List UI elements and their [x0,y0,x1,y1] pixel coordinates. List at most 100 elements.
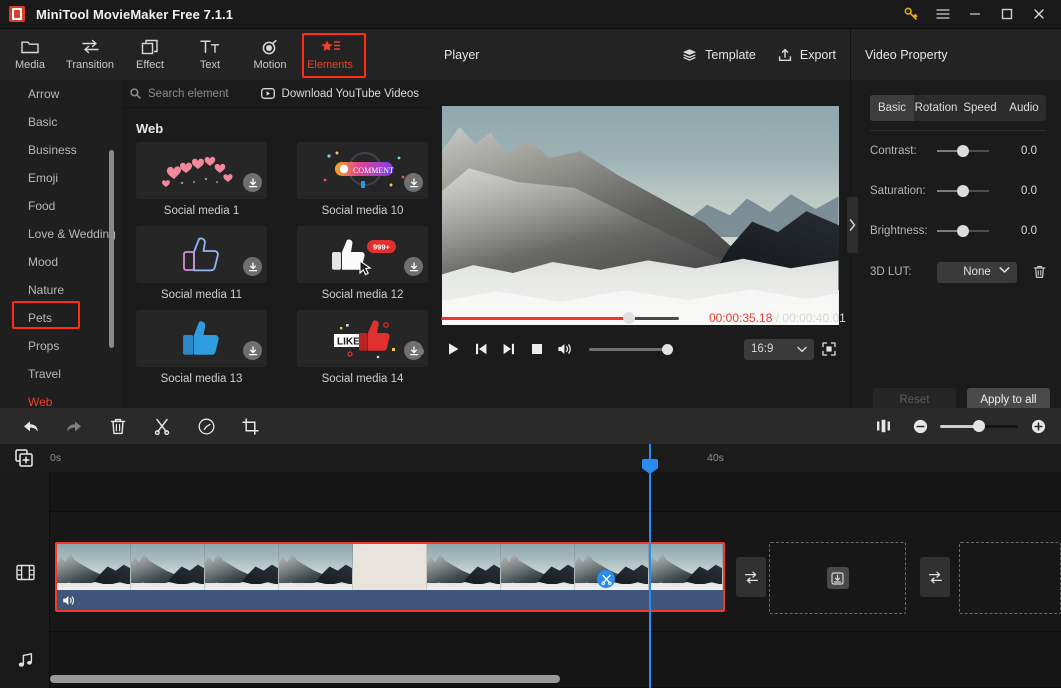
speed-button[interactable] [184,408,228,444]
zoom-fill [940,425,977,428]
video-preview[interactable] [442,106,839,325]
delete-lut-button[interactable] [1033,265,1046,279]
tab-audio[interactable]: Audio [1002,95,1046,121]
category-business[interactable]: Business [0,136,121,164]
tab-basic[interactable]: Basic [870,95,914,121]
download-icon[interactable] [243,257,262,276]
zoom-in-button[interactable] [1027,408,1049,444]
volume-slider[interactable] [589,348,669,351]
key-icon[interactable] [895,0,927,29]
zoom-knob[interactable] [973,420,985,432]
panel-collapse-handle[interactable] [847,197,858,253]
element-card[interactable]: Social media 11 [136,226,267,301]
volume-knob[interactable] [662,344,673,355]
close-icon[interactable] [1023,0,1055,29]
fit-timeline-button[interactable] [861,408,905,444]
element-card[interactable]: COMMENT Social media 10 [297,142,428,217]
category-travel[interactable]: Travel [0,360,121,388]
download-icon[interactable] [404,257,423,276]
tab-rotation[interactable]: Rotation [914,95,958,121]
seek-knob[interactable] [623,312,635,324]
zoom-out-button[interactable] [909,408,931,444]
clip-audio-strip[interactable] [57,590,723,610]
undo-button[interactable] [8,408,52,444]
category-emoji[interactable]: Emoji [0,164,121,192]
youtube-icon [261,88,275,99]
category-food[interactable]: Food [0,192,121,220]
contrast-knob[interactable] [957,145,969,157]
element-card[interactable]: LIKE Social media 14 [297,310,428,385]
previous-frame-button[interactable] [467,335,495,363]
transition-slot-2[interactable] [920,557,950,597]
category-web[interactable]: Web [0,388,121,408]
elements-scrollbar[interactable] [417,348,424,355]
saturation-knob[interactable] [957,185,969,197]
category-props[interactable]: Props [0,332,121,360]
volume-button[interactable] [551,335,579,363]
menu-icon[interactable] [927,0,959,29]
category-nature[interactable]: Nature [0,276,121,304]
tab-text-label: Text [200,59,220,71]
tab-speed[interactable]: Speed [958,95,1002,121]
category-arrow[interactable]: Arrow [0,80,121,108]
template-button[interactable]: Template [682,48,756,62]
category-love-wedding[interactable]: Love & Wedding [0,220,121,248]
split-marker-badge[interactable] [597,570,615,588]
redo-button[interactable] [52,408,96,444]
saturation-slider[interactable] [937,190,989,192]
next-frame-button[interactable] [495,335,523,363]
category-pets[interactable]: Pets [0,304,121,332]
brightness-knob[interactable] [957,225,969,237]
download-youtube-button[interactable]: Download YouTube Videos [261,88,419,100]
brightness-slider[interactable] [937,230,989,232]
transition-slot-1[interactable] [736,557,766,597]
crop-button[interactable] [228,408,272,444]
download-icon[interactable] [404,173,423,192]
element-card[interactable]: Social media 1 [136,142,267,217]
timeline-zoom-slider[interactable] [940,425,1018,428]
seek-slider[interactable] [441,317,679,320]
tab-text[interactable]: Text [180,31,240,78]
video-clip[interactable] [55,542,725,612]
audio-track-header[interactable] [0,632,50,688]
media-placeholder-1[interactable] [769,542,906,614]
stop-button[interactable] [523,335,551,363]
element-card[interactable]: Social media 13 [136,310,267,385]
timeline-text-row[interactable] [50,472,1061,512]
fullscreen-button[interactable] [814,335,844,363]
timeline-tick-40s: 40s [707,452,724,464]
timeline-ruler[interactable]: 0s 40s [0,444,1061,472]
export-button[interactable]: Export [778,48,836,62]
category-mood[interactable]: Mood [0,248,121,276]
add-media-button[interactable] [15,449,33,467]
timeline-horizontal-scrollbar[interactable] [50,675,560,683]
minimize-icon[interactable] [959,0,991,29]
split-button[interactable] [140,408,184,444]
clip-thumb [649,544,723,594]
lut-select[interactable]: None [937,262,1017,283]
element-card[interactable]: 999+ Social media 12 [297,226,428,301]
search-input[interactable]: Search element [130,88,229,100]
timeline-video-row[interactable] [50,512,1061,632]
video-track-header[interactable] [0,512,50,632]
tab-motion[interactable]: Motion [240,31,300,78]
maximize-icon[interactable] [991,0,1023,29]
play-button[interactable] [439,335,467,363]
tab-transition[interactable]: Transition [60,31,120,78]
contrast-slider[interactable] [937,150,989,152]
tab-effect[interactable]: Effect [120,31,180,78]
download-icon[interactable] [243,341,262,360]
download-icon[interactable] [243,173,262,192]
tab-media[interactable]: Media [0,31,60,78]
mute-icon[interactable] [62,594,76,607]
aspect-ratio-select[interactable]: 16:9 [744,339,814,360]
category-scrollbar[interactable] [109,150,114,348]
delete-button[interactable] [96,408,140,444]
chevron-down-icon [999,266,1010,274]
text-track-header[interactable] [0,472,50,512]
category-basic[interactable]: Basic [0,108,121,136]
playhead[interactable] [649,444,651,688]
tab-elements[interactable]: Elements [300,31,360,78]
media-placeholder-2[interactable] [959,542,1061,614]
lut-value: None [963,266,991,278]
